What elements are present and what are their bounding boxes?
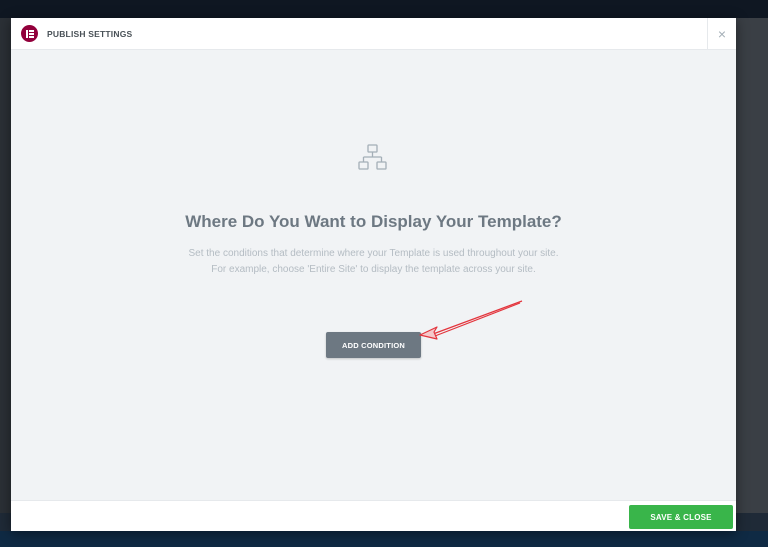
close-button[interactable]: ×	[707, 18, 736, 49]
sitemap-icon	[358, 144, 387, 170]
description-line-1: Set the conditions that determine where …	[188, 248, 559, 259]
modal-body: Where Do You Want to Display Your Templa…	[11, 50, 736, 500]
save-and-close-button[interactable]: SAVE & CLOSE	[629, 505, 733, 529]
annotation-arrow-icon	[419, 300, 523, 340]
modal-footer: SAVE & CLOSE	[11, 500, 736, 531]
background-right-panel	[736, 18, 768, 513]
modal-header: PUBLISH SETTINGS ×	[11, 18, 736, 50]
background-top-bar	[0, 0, 768, 18]
description-line-2: For example, choose 'Entire Site' to dis…	[211, 264, 536, 275]
background-bottom-bar	[0, 531, 768, 547]
page-title: Where Do You Want to Display Your Templa…	[185, 212, 562, 231]
publish-settings-modal: PUBLISH SETTINGS × Where Do You Want to …	[11, 18, 736, 531]
close-icon: ×	[717, 25, 727, 42]
add-condition-button[interactable]: ADD CONDITION	[326, 332, 421, 358]
description-text: Set the conditions that determine where …	[11, 246, 736, 278]
elementor-logo-icon	[21, 25, 38, 42]
modal-title: PUBLISH SETTINGS	[47, 28, 133, 39]
